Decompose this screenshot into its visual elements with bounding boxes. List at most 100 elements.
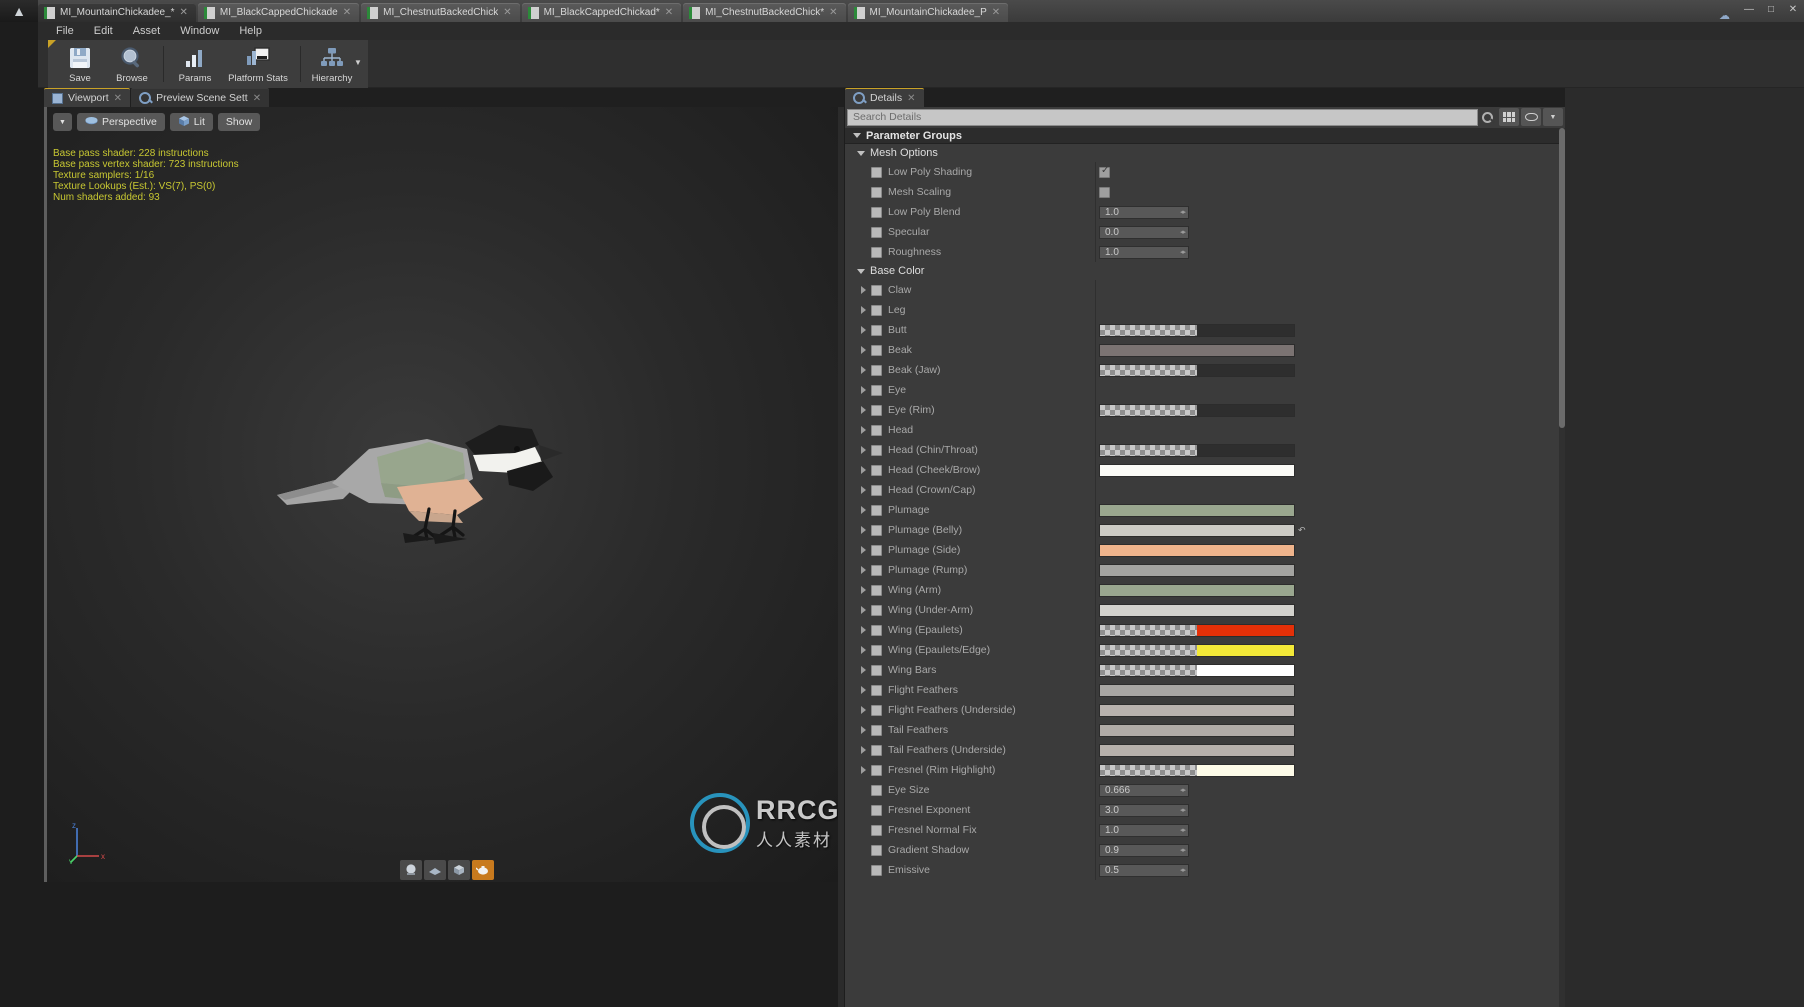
parameter-row[interactable]: Eye (Rim) (845, 400, 1565, 420)
params-button[interactable]: Params (169, 41, 221, 87)
unreal-logo-icon[interactable]: ▲ (0, 0, 38, 22)
override-checkbox[interactable] (871, 604, 882, 616)
document-tab[interactable]: MI_BlackCappedChickade ✕ (197, 3, 360, 22)
expander[interactable] (855, 706, 871, 714)
document-tab[interactable]: MI_MountainChickadee_* ✕ (38, 3, 196, 22)
color-swatch[interactable] (1099, 743, 1295, 757)
number-input[interactable]: 0.9 (1099, 843, 1189, 857)
color-swatch[interactable] (1099, 683, 1295, 697)
number-input[interactable]: 0.5 (1099, 863, 1189, 877)
parameter-row[interactable]: Plumage (Side) (845, 540, 1565, 560)
override-checkbox[interactable] (871, 324, 882, 336)
expander[interactable] (855, 506, 871, 514)
expander[interactable] (855, 606, 871, 614)
color-swatch[interactable] (1099, 603, 1295, 617)
override-checkbox[interactable] (871, 464, 882, 476)
expander[interactable] (855, 406, 871, 414)
parameter-groups-header[interactable]: Parameter Groups (845, 128, 1565, 144)
color-swatch[interactable] (1099, 523, 1295, 537)
override-checkbox[interactable] (871, 804, 882, 816)
viewport-options-button[interactable]: ▼ (53, 113, 72, 131)
parameter-row[interactable]: Wing Bars (845, 660, 1565, 680)
perspective-button[interactable]: Perspective (76, 113, 165, 131)
expander[interactable] (855, 326, 871, 334)
parameter-row[interactable]: Head (Crown/Cap) (845, 480, 1565, 500)
save-button[interactable]: Save (54, 41, 106, 87)
revert-icon[interactable]: ↶ (1298, 525, 1306, 536)
close-icon[interactable]: ✕ (907, 93, 915, 104)
parameter-row[interactable]: Low Poly Blend 1.0 (845, 202, 1565, 222)
parameter-row[interactable]: Mesh Scaling (845, 182, 1565, 202)
window-controls[interactable]: — □ ✕ (1738, 0, 1804, 22)
override-checkbox[interactable] (871, 624, 882, 636)
color-swatch[interactable] (1099, 343, 1295, 357)
cube-icon[interactable] (448, 859, 470, 880)
color-swatch[interactable] (1099, 403, 1295, 417)
value-checkbox[interactable] (1099, 186, 1110, 198)
override-checkbox[interactable] (871, 484, 882, 496)
number-input[interactable]: 1.0 (1099, 245, 1189, 259)
color-swatch[interactable] (1099, 763, 1295, 777)
parameter-row[interactable]: Eye (845, 380, 1565, 400)
color-swatch[interactable] (1099, 543, 1295, 557)
override-checkbox[interactable] (871, 344, 882, 356)
expander[interactable] (855, 526, 871, 534)
parameter-row[interactable]: Plumage (Belly) ↶ (845, 520, 1565, 540)
override-checkbox[interactable] (871, 206, 882, 218)
parameter-row[interactable]: Beak (845, 340, 1565, 360)
tab-preview-scene-settings[interactable]: Preview Scene Sett ✕ (131, 88, 270, 107)
parameter-row[interactable]: Eye Size 0.666 (845, 780, 1565, 800)
parameter-row[interactable]: Low Poly Shading (845, 162, 1565, 182)
settings-chevron-icon[interactable]: ▼ (1543, 108, 1563, 126)
expander[interactable] (855, 366, 871, 374)
browse-button[interactable]: Browse (106, 41, 158, 87)
parameter-row[interactable]: Plumage (Rump) (845, 560, 1565, 580)
expander[interactable] (855, 666, 871, 674)
document-tab[interactable]: MI_MountainChickadee_P ✕ (847, 3, 1009, 22)
search-icon[interactable] (1482, 111, 1493, 123)
override-checkbox[interactable] (871, 824, 882, 836)
expander[interactable] (855, 486, 871, 494)
parameter-row[interactable]: Fresnel Normal Fix 1.0 (845, 820, 1565, 840)
color-swatch[interactable] (1099, 503, 1295, 517)
color-swatch[interactable] (1099, 703, 1295, 717)
parameter-row[interactable]: Head (Chin/Throat) (845, 440, 1565, 460)
minimize-button[interactable]: — (1738, 2, 1760, 18)
parameter-row[interactable]: Tail Feathers (Underside) (845, 740, 1565, 760)
override-checkbox[interactable] (871, 404, 882, 416)
parameter-row[interactable]: Flight Feathers (845, 680, 1565, 700)
teapot-icon[interactable] (472, 859, 494, 880)
override-checkbox[interactable] (871, 504, 882, 516)
expander[interactable] (855, 766, 871, 774)
close-icon[interactable]: ✕ (180, 7, 188, 18)
close-icon[interactable]: ✕ (253, 93, 261, 104)
override-checkbox[interactable] (871, 764, 882, 776)
parameter-row[interactable]: Plumage (845, 500, 1565, 520)
expander[interactable] (855, 386, 871, 394)
cloud-sync-icon[interactable]: ☁ (1719, 6, 1738, 22)
menu-item-asset[interactable]: Asset (123, 22, 171, 40)
close-icon[interactable]: ✕ (829, 7, 837, 18)
override-checkbox[interactable] (871, 864, 882, 876)
close-icon[interactable]: ✕ (343, 7, 351, 18)
close-icon[interactable]: ✕ (503, 7, 511, 18)
override-checkbox[interactable] (871, 844, 882, 856)
eye-visibility-icon[interactable] (1521, 108, 1541, 126)
color-swatch[interactable] (1099, 443, 1295, 457)
close-button[interactable]: ✕ (1782, 2, 1804, 18)
color-swatch[interactable] (1099, 643, 1295, 657)
override-checkbox[interactable] (871, 544, 882, 556)
expander[interactable] (855, 426, 871, 434)
parameter-row[interactable]: Wing (Under-Arm) (845, 600, 1565, 620)
sphere-icon[interactable] (400, 859, 422, 880)
parameter-row[interactable]: Butt (845, 320, 1565, 340)
expander[interactable] (855, 566, 871, 574)
color-swatch[interactable] (1099, 563, 1295, 577)
viewport-3d[interactable]: ▼ Perspective Lit Show Base pass shader:… (44, 107, 844, 882)
override-checkbox[interactable] (871, 744, 882, 756)
plane-icon[interactable] (424, 859, 446, 880)
color-swatch[interactable] (1099, 663, 1295, 677)
override-checkbox[interactable] (871, 664, 882, 676)
parameter-row[interactable]: Head (Cheek/Brow) (845, 460, 1565, 480)
expander[interactable] (855, 746, 871, 754)
